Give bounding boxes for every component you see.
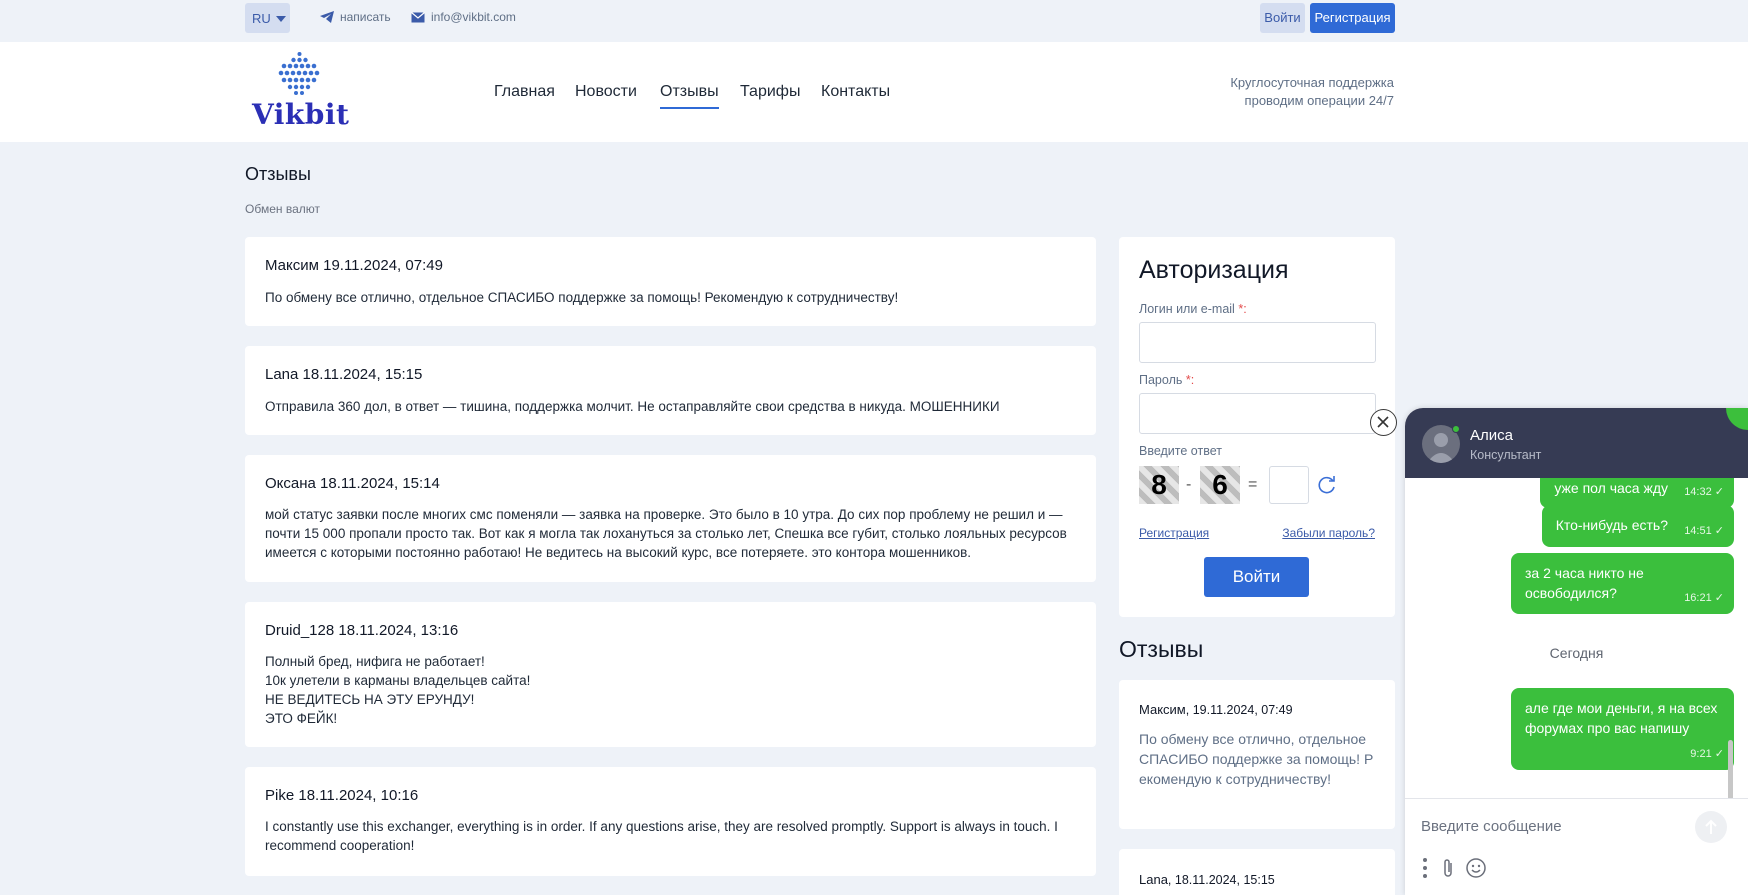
send-button[interactable] <box>1695 811 1727 843</box>
forgot-password-link[interactable]: Забыли пароль? <box>1282 526 1375 540</box>
review-text: Отправила 360 дол, в ответ — тишина, под… <box>265 399 1000 414</box>
logo-text: Vikbit <box>252 98 350 131</box>
auth-panel: Авторизация Логин или e-mail *: Пароль *… <box>1119 237 1395 617</box>
sidebar-review-header: Максим, 19.11.2024, 07:49 <box>1139 702 1293 717</box>
password-input[interactable] <box>1139 393 1376 434</box>
agent-name: Алиса <box>1470 427 1513 444</box>
message-text: уже пол часа жду <box>1554 480 1668 496</box>
chat-close-button[interactable] <box>1370 409 1397 436</box>
nav-news[interactable]: Новости <box>575 83 637 101</box>
login-label: Логин или e-mail *: <box>1139 302 1247 316</box>
message-time: 9:21 ✓ <box>1690 748 1724 760</box>
review-line: Полный бред, нифига не работает! <box>265 654 485 669</box>
review-line: 10к улетели в карманы владельцев сайта! <box>265 673 531 688</box>
support-line-1: Круглосуточная поддержка <box>1230 75 1394 90</box>
chat-scrollbar[interactable] <box>1728 740 1733 802</box>
logo-dots-icon <box>278 52 320 95</box>
online-status-dot <box>1452 425 1460 433</box>
email-address: info@vikbit.com <box>431 10 516 24</box>
message-time: 14:51 ✓ <box>1684 525 1724 537</box>
review-text: Полный бред, нифига не работает! 10к уле… <box>265 652 1078 728</box>
password-label: Пароль *: <box>1139 373 1195 387</box>
review-line: ЭТО ФЕЙК! <box>265 711 338 726</box>
support-info: Круглосуточная поддержка проводим операц… <box>1230 74 1394 110</box>
chat-widget: Алиса Консультант уже пол часа жду 14:32… <box>1405 408 1748 895</box>
site-header: Vikbit Главная Новости Отзывы Тарифы Кон… <box>0 42 1748 142</box>
chat-header: Алиса Консультант <box>1405 408 1748 478</box>
language-selector[interactable]: RU <box>245 3 290 33</box>
language-value: RU <box>252 11 271 26</box>
refresh-icon[interactable] <box>1316 474 1338 496</box>
nav-contacts[interactable]: Контакты <box>821 83 890 101</box>
chat-messages[interactable]: уже пол часа жду 14:32 ✓ Кто-нибудь есть… <box>1405 478 1748 808</box>
review-header: Максим 19.11.2024, 07:49 <box>265 257 443 274</box>
chat-message: але где мои деньги, я на всех форумах пр… <box>1511 688 1734 770</box>
nav-reviews[interactable]: Отзывы <box>660 83 719 109</box>
chat-composer: Введите сообщение <box>1405 798 1748 895</box>
sidebar-review-text: По обмену все отлично, отдельное СПАСИБО… <box>1139 731 1374 787</box>
message-time: 14:32 ✓ <box>1684 486 1724 498</box>
more-options-icon[interactable] <box>1422 857 1428 879</box>
login-button[interactable]: Войти <box>1260 3 1305 33</box>
telegram-icon <box>320 11 334 23</box>
support-line-2: проводим операции 24/7 <box>1244 93 1394 108</box>
captcha-image-b: 6 <box>1200 466 1240 504</box>
sidebar-review-card: Максим, 19.11.2024, 07:49 По обмену все … <box>1119 680 1395 829</box>
close-icon <box>1377 416 1389 428</box>
chat-corner-badge <box>1726 408 1748 430</box>
message-text: але где мои деньги, я на всех форумах пр… <box>1525 700 1718 736</box>
login-input[interactable] <box>1139 322 1376 363</box>
auth-title: Авторизация <box>1139 256 1289 284</box>
breadcrumb: Обмен валют <box>245 202 320 216</box>
chat-message: уже пол часа жду 14:32 ✓ <box>1540 478 1734 508</box>
review-card: Максим 19.11.2024, 07:49 По обмену все о… <box>245 237 1096 326</box>
review-header: Lana 18.11.2024, 15:15 <box>265 366 423 383</box>
sidebar-review-header: Lana, 18.11.2024, 15:15 <box>1139 872 1275 887</box>
review-text: I constantly use this exchanger, everyth… <box>265 819 1058 853</box>
emoji-icon[interactable] <box>1465 857 1487 879</box>
page-title: Отзывы <box>245 164 311 184</box>
captcha-label: Введите ответ <box>1139 444 1222 458</box>
arrow-up-icon <box>1705 819 1717 834</box>
review-text: мой статус заявки после многих смс помен… <box>265 507 1067 560</box>
review-card: Lana 18.11.2024, 15:15 Отправила 360 дол… <box>245 346 1096 435</box>
captcha-equals: = <box>1248 476 1258 493</box>
caret-down-icon <box>276 16 286 22</box>
sidebar-reviews-title: Отзывы <box>1119 636 1204 662</box>
captcha-image-a: 8 <box>1139 466 1179 504</box>
captcha-operator: - <box>1186 476 1192 493</box>
login-submit-button[interactable]: Войти <box>1204 557 1309 597</box>
nav-home[interactable]: Главная <box>494 83 555 101</box>
register-button[interactable]: Регистрация <box>1310 3 1395 33</box>
email-link[interactable]: info@vikbit.com <box>411 10 516 24</box>
review-text: По обмену все отлично, отдельное СПАСИБО… <box>265 290 899 305</box>
review-card: Druid_128 18.11.2024, 13:16 Полный бред,… <box>245 602 1096 747</box>
nav-tariffs[interactable]: Тарифы <box>740 83 800 101</box>
chat-message: за 2 часа никто не освободился? 16:21 ✓ <box>1511 553 1734 614</box>
review-line: НЕ ВЕДИТЕСЬ НА ЭТУ ЕРУНДУ! <box>265 692 475 707</box>
captcha-input[interactable] <box>1269 466 1309 504</box>
chat-message: Кто-нибудь есть? 14:51 ✓ <box>1541 505 1734 547</box>
top-bar: RU написать info@vikbit.com Войти Регист… <box>0 0 1748 42</box>
review-card: Pike 18.11.2024, 10:16 I constantly use … <box>245 767 1096 876</box>
review-header: Pike 18.11.2024, 10:16 <box>265 787 419 804</box>
register-link[interactable]: Регистрация <box>1139 526 1209 540</box>
review-card: Оксана 18.11.2024, 15:14 мой статус заяв… <box>245 455 1096 582</box>
envelope-icon <box>411 11 425 22</box>
write-link[interactable]: написать <box>320 10 391 24</box>
logo[interactable]: Vikbit <box>252 50 350 131</box>
review-header: Druid_128 18.11.2024, 13:16 <box>265 622 459 639</box>
agent-role: Консультант <box>1470 448 1542 462</box>
write-label: написать <box>340 10 391 24</box>
review-header: Оксана 18.11.2024, 15:14 <box>265 475 440 492</box>
sidebar-review-card: Lana, 18.11.2024, 15:15 <box>1119 849 1395 895</box>
message-time: 16:21 ✓ <box>1684 592 1724 604</box>
message-text: Кто-нибудь есть? <box>1555 517 1668 533</box>
message-text: за 2 часа никто не освободился? <box>1525 565 1644 601</box>
day-separator: Сегодня <box>1549 645 1604 661</box>
message-input[interactable]: Введите сообщение <box>1421 818 1562 835</box>
paperclip-icon[interactable] <box>1440 857 1456 879</box>
